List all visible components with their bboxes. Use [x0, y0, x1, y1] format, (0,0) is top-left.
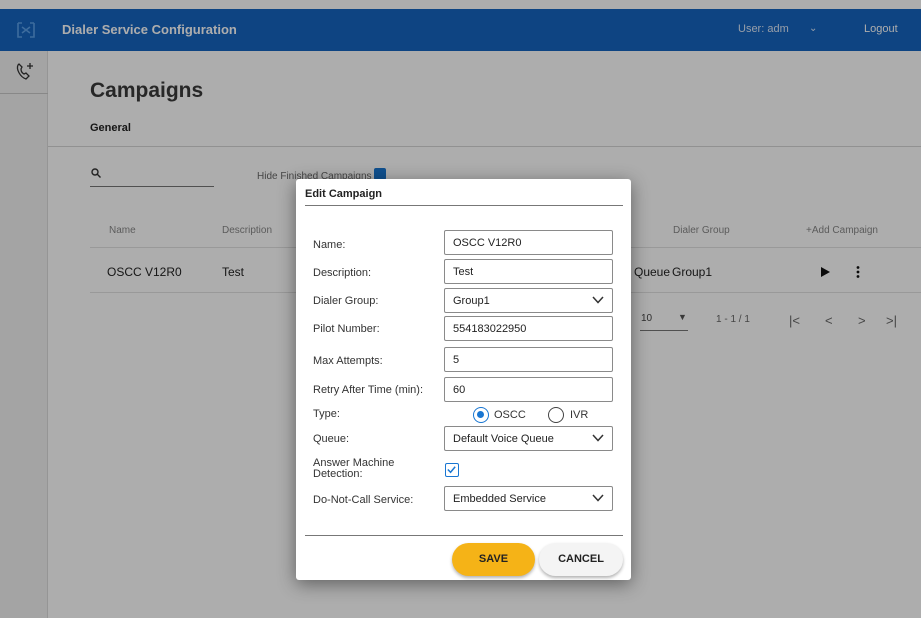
dialer-group-value: Group1 [453, 295, 490, 307]
save-button[interactable]: SAVE [452, 543, 535, 576]
description-field[interactable]: Test [444, 259, 613, 284]
queue-select[interactable]: Default Voice Queue [444, 426, 613, 451]
dnc-select[interactable]: Embedded Service [444, 486, 613, 511]
dialer-group-select[interactable]: Group1 [444, 288, 613, 313]
name-field[interactable]: OSCC V12R0 [444, 230, 613, 255]
max-attempts-field[interactable]: 5 [444, 347, 613, 372]
dnc-value: Embedded Service [453, 493, 546, 505]
name-label: Name: [313, 239, 346, 251]
pilot-number-label: Pilot Number: [313, 323, 380, 335]
amd-checkbox[interactable] [445, 463, 459, 477]
max-attempts-label: Max Attempts: [313, 355, 383, 367]
retry-after-field[interactable]: 60 [444, 377, 613, 402]
dialer-group-label: Dialer Group: [313, 295, 379, 307]
description-label: Description: [313, 267, 372, 279]
pilot-number-field[interactable]: 554183022950 [444, 316, 613, 341]
amd-label-line2: Detection: [313, 468, 363, 480]
chevron-down-icon [592, 296, 604, 304]
queue-label: Queue: [313, 433, 350, 445]
type-label: Type: [313, 408, 340, 420]
dialog-footer-divider [305, 535, 623, 536]
dialog-title-divider [305, 205, 623, 206]
type-oscc-label: OSCC [494, 409, 526, 421]
type-oscc-radio[interactable] [473, 407, 489, 423]
dialog-title: Edit Campaign [305, 188, 383, 200]
queue-value: Default Voice Queue [453, 433, 554, 445]
chevron-down-icon [592, 494, 604, 502]
dnc-label: Do-Not-Call Service: [313, 494, 414, 506]
edit-campaign-dialog: Edit Campaign Name: OSCC V12R0 Descripti… [296, 179, 631, 580]
type-ivr-label: IVR [570, 409, 589, 421]
type-ivr-radio[interactable] [548, 407, 564, 423]
retry-after-label: Retry After Time (min): [313, 384, 424, 396]
check-icon [447, 466, 456, 474]
chevron-down-icon [592, 434, 604, 442]
cancel-button[interactable]: CANCEL [539, 543, 623, 576]
